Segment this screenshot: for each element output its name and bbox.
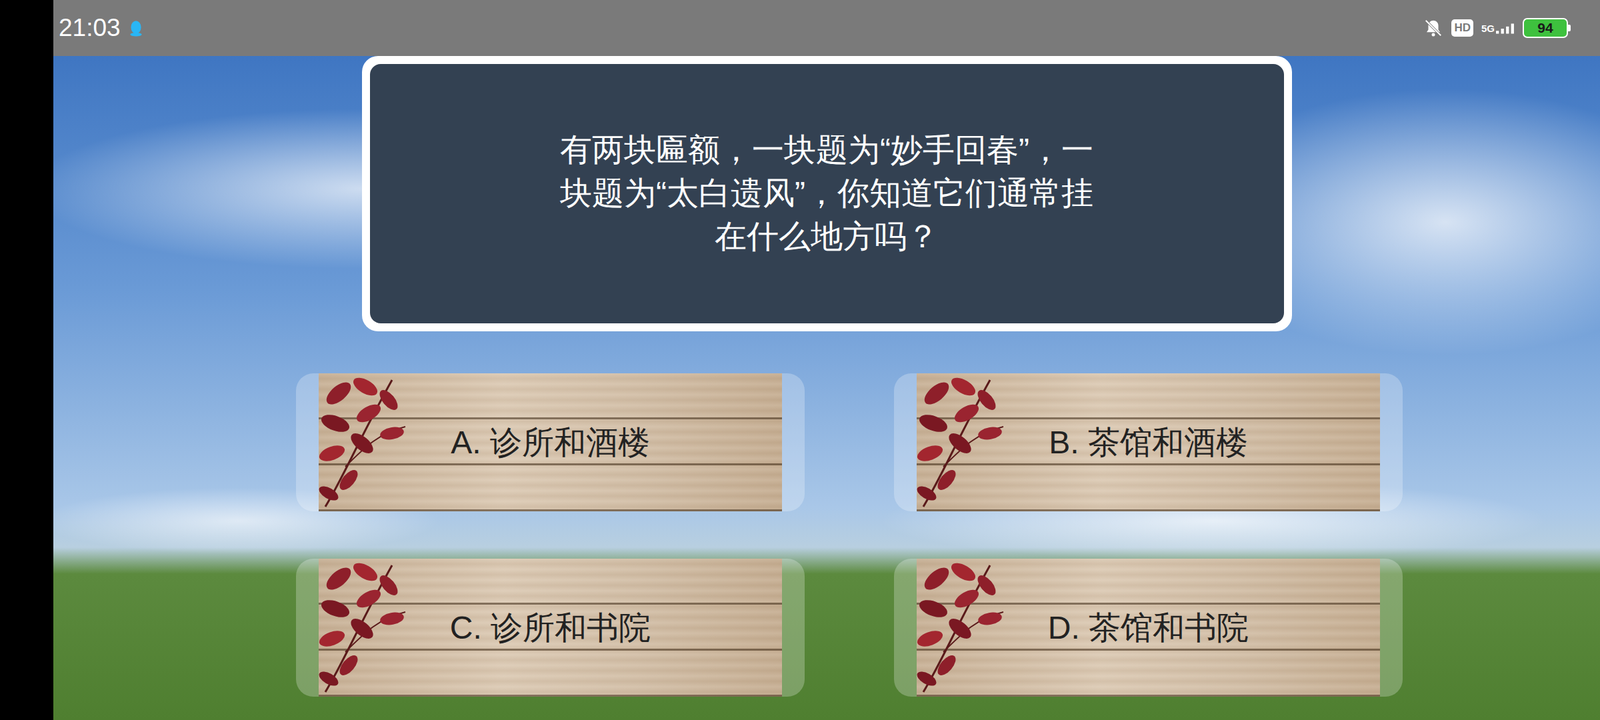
option-button[interactable]: A. 诊所和酒楼 (296, 373, 805, 512)
option-button[interactable]: D. 茶馆和书院 (894, 558, 1403, 697)
option-label: C. 诊所和书院 (436, 606, 664, 650)
option-label: B. 茶馆和酒楼 (1035, 421, 1262, 464)
option-label: A. 诊所和酒楼 (437, 421, 664, 464)
option-label: D. 茶馆和书院 (1034, 606, 1262, 650)
question-card: 有两块匾额，一块题为“妙手回春”，一块题为“太白遗风”，你知道它们通常挂在什么地… (362, 56, 1292, 332)
leaves-icon (318, 558, 412, 697)
hd-badge: HD (1451, 19, 1474, 37)
signal: 5G (1481, 22, 1515, 34)
bell-off-icon (1423, 18, 1444, 38)
game-area: 有两块匾额，一块题为“妙手回春”，一块题为“太白遗风”，你知道它们通常挂在什么地… (53, 56, 1600, 720)
left-strip (0, 0, 54, 720)
question-text: 有两块匾额，一块题为“妙手回春”，一块题为“太白遗风”，你知道它们通常挂在什么地… (553, 128, 1100, 258)
option-button[interactable]: B. 茶馆和酒楼 (894, 373, 1403, 512)
status-time: 21:03 (58, 14, 121, 42)
battery-level: 94 (1537, 20, 1553, 36)
network-type: 5G (1481, 22, 1495, 34)
option-button[interactable]: C. 诊所和书院 (296, 558, 805, 697)
leaves-icon (916, 558, 1010, 697)
qq-penguin-icon (128, 19, 144, 37)
main: 21:03 HD 5G 94 有两块匾额，一块题为“妙手回春”，一块题为“太白遗… (53, 0, 1600, 720)
status-bar: 21:03 HD 5G 94 (53, 0, 1600, 56)
leaves-icon (916, 373, 1010, 512)
leaves-icon (318, 373, 412, 512)
signal-bars-icon (1496, 23, 1515, 34)
options-grid: A. 诊所和酒楼 B. 茶馆和酒楼 C. 诊所和书院 D. 茶馆和书院 (250, 373, 1403, 697)
battery-icon: 94 (1522, 18, 1571, 38)
screen: 21:03 HD 5G 94 有两块匾额，一块题为“妙手回春”，一块题为“太白遗… (0, 0, 1600, 720)
